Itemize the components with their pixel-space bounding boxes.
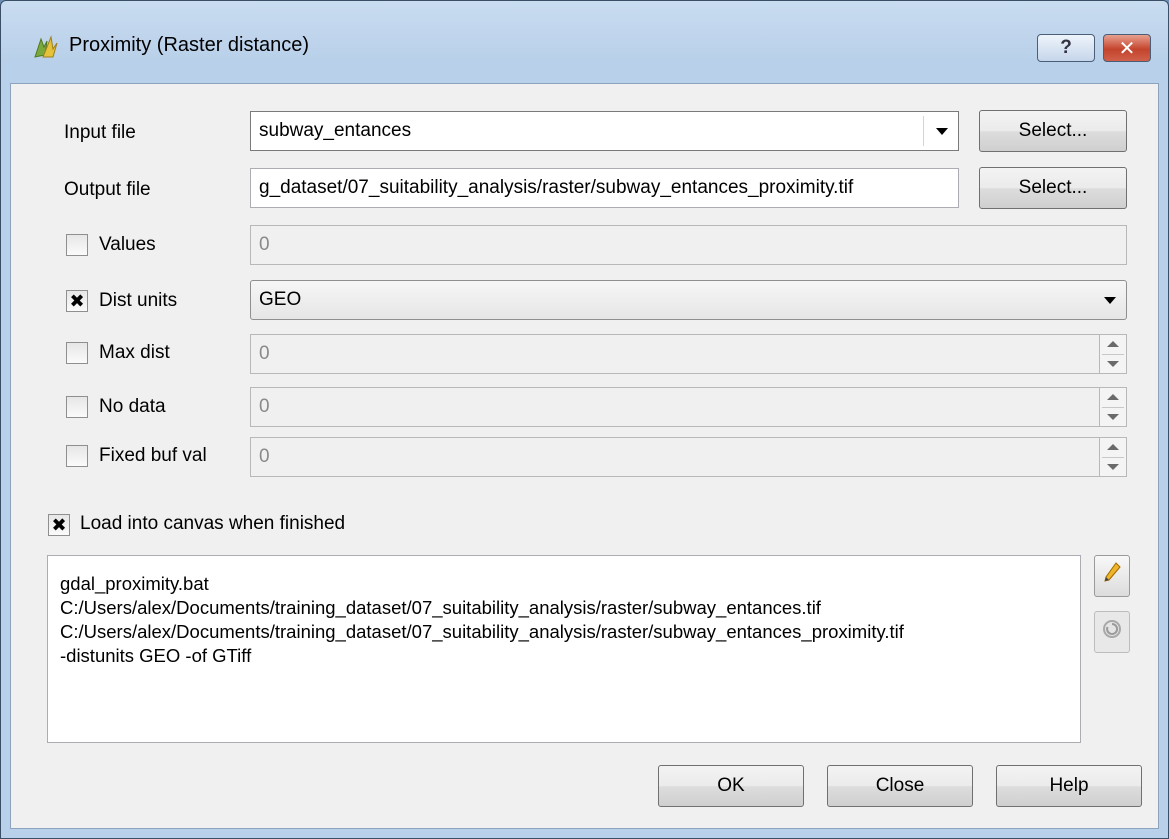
arrow-up-icon	[1107, 394, 1119, 400]
output-file-label: Output file	[64, 179, 151, 200]
arrow-up-icon	[1107, 444, 1119, 450]
no-data-value: 0	[259, 396, 270, 417]
input-file-label: Input file	[64, 122, 136, 143]
input-file-combo[interactable]: subway_entances	[250, 111, 959, 151]
load-canvas-label: Load into canvas when finished	[80, 513, 346, 534]
max-dist-label: Max dist	[99, 342, 170, 363]
command-line: C:/Users/alex/Documents/training_dataset…	[60, 621, 904, 642]
close-icon: ✕	[1118, 37, 1136, 60]
dist-units-checkbox[interactable]: ✖	[66, 290, 88, 312]
question-icon: ?	[1060, 37, 1072, 58]
values-value: 0	[259, 234, 270, 255]
command-line: C:/Users/alex/Documents/training_dataset…	[60, 597, 821, 618]
no-data-checkbox[interactable]	[66, 396, 88, 418]
fixed-buf-val-value: 0	[259, 446, 270, 467]
edit-command-button[interactable]	[1094, 555, 1130, 597]
reset-icon	[1101, 618, 1123, 646]
dialog-window: Proximity (Raster distance) ? ✕ Input fi…	[0, 0, 1169, 839]
output-file-select-button[interactable]: Select...	[979, 167, 1127, 209]
arrow-down-icon	[1107, 361, 1119, 367]
no-data-input[interactable]: 0	[250, 387, 1100, 427]
max-dist-spinner[interactable]	[1099, 334, 1127, 374]
chevron-down-icon	[936, 128, 948, 135]
title-close-button[interactable]: ✕	[1103, 34, 1151, 62]
max-dist-input[interactable]: 0	[250, 334, 1100, 374]
close-button[interactable]: Close	[827, 765, 973, 807]
values-input[interactable]: 0	[250, 225, 1127, 265]
ok-button[interactable]: OK	[658, 765, 804, 807]
title-bar[interactable]: Proximity (Raster distance) ? ✕	[1, 1, 1168, 83]
command-textarea[interactable]: gdal_proximity.bat C:/Users/alex/Documen…	[47, 555, 1081, 743]
load-canvas-checkbox[interactable]: ✖	[48, 514, 70, 536]
dialog-body: Input file subway_entances Select... Out…	[10, 83, 1159, 829]
dist-units-label: Dist units	[99, 290, 178, 311]
values-label: Values	[99, 234, 156, 255]
values-checkbox[interactable]	[66, 234, 88, 256]
fixed-buf-val-label: Fixed buf val	[99, 445, 207, 466]
fixed-buf-val-input[interactable]: 0	[250, 437, 1100, 477]
chevron-down-icon	[1104, 297, 1116, 304]
command-line: gdal_proximity.bat	[60, 573, 209, 594]
output-file-value: g_dataset/07_suitability_analysis/raster…	[259, 177, 854, 198]
output-file-input[interactable]: g_dataset/07_suitability_analysis/raster…	[250, 168, 959, 208]
title-help-button[interactable]: ?	[1037, 34, 1095, 62]
command-line: -distunits GEO -of GTiff	[60, 645, 252, 666]
input-file-select-button[interactable]: Select...	[979, 110, 1127, 152]
no-data-spinner[interactable]	[1099, 387, 1127, 427]
dist-units-value: GEO	[259, 289, 302, 310]
checkmark-icon: ✖	[69, 291, 85, 311]
input-file-value: subway_entances	[259, 120, 412, 141]
window-title: Proximity (Raster distance)	[69, 34, 310, 56]
pencil-icon	[1102, 561, 1122, 591]
reset-command-button[interactable]	[1094, 611, 1130, 653]
arrow-up-icon	[1107, 341, 1119, 347]
checkmark-icon: ✖	[51, 515, 67, 535]
dist-units-combo[interactable]: GEO	[250, 280, 1127, 320]
help-button[interactable]: Help	[996, 765, 1142, 807]
arrow-down-icon	[1107, 464, 1119, 470]
no-data-label: No data	[99, 396, 166, 417]
qgis-logo-icon	[31, 35, 59, 59]
fixed-buf-val-checkbox[interactable]	[66, 445, 88, 467]
max-dist-value: 0	[259, 343, 270, 364]
fixed-buf-val-spinner[interactable]	[1099, 437, 1127, 477]
arrow-down-icon	[1107, 414, 1119, 420]
max-dist-checkbox[interactable]	[66, 342, 88, 364]
